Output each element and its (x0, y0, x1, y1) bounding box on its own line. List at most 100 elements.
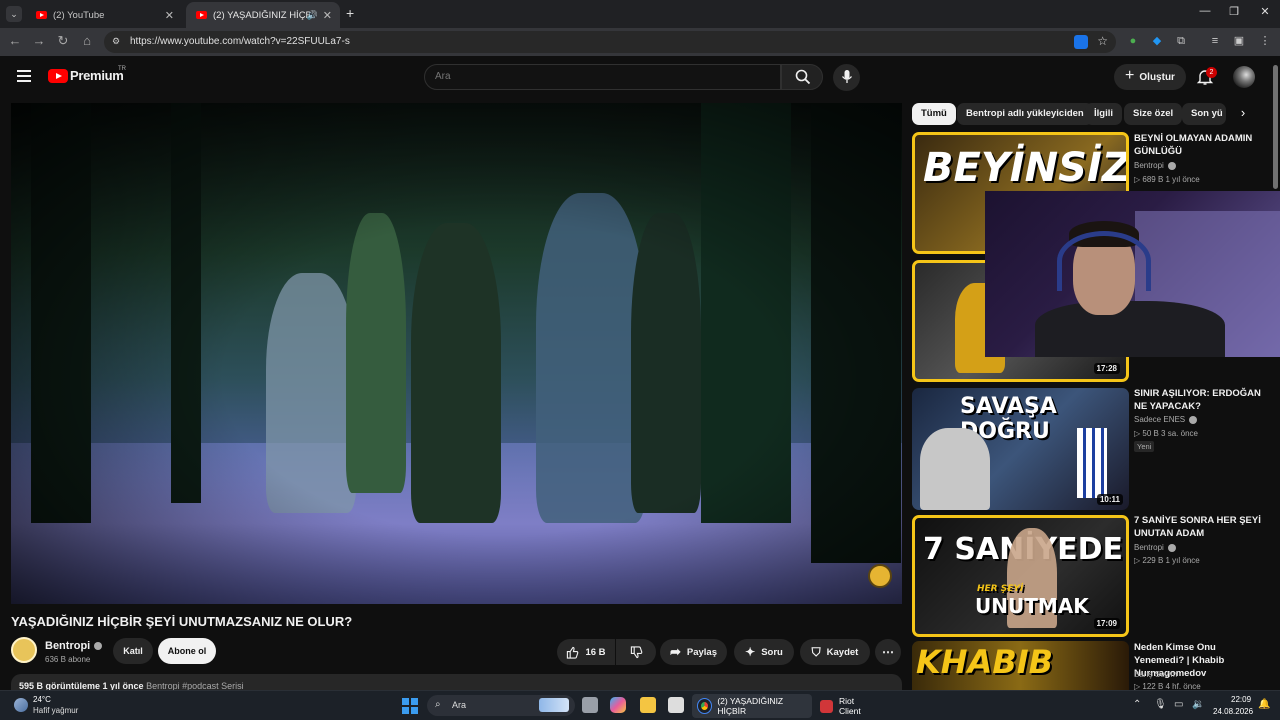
thumbnail-text-small: HER ŞEYİ (977, 584, 1024, 594)
copilot-icon[interactable] (610, 697, 626, 713)
microphone-icon (841, 70, 853, 83)
home-icon[interactable]: ⌂ (78, 33, 96, 48)
recommendation-thumbnail[interactable]: 7 SANİYEDE HER ŞEYİ UNUTMAK 17:09 (912, 515, 1129, 637)
tab-video[interactable]: (2) YAŞADIĞINIZ HİÇBİR ŞE 🔊 ✕ (186, 2, 340, 28)
new-tab-button[interactable]: + (346, 5, 354, 21)
search-button[interactable] (781, 64, 823, 90)
recommendation-title[interactable]: BEYNİ OLMAYAN ADAMIN GÜNLÜĞÜ (1134, 132, 1264, 158)
back-icon[interactable]: ← (6, 33, 24, 48)
chip-recent[interactable]: Son yü (1182, 103, 1226, 125)
volume-icon[interactable]: 🔉 (1192, 699, 1204, 710)
speaker-icon[interactable]: 🔊 (307, 10, 318, 21)
create-label: Oluştur (1139, 71, 1175, 83)
youtube-favicon-icon (196, 11, 207, 19)
page-scrollbar[interactable] (1273, 65, 1278, 189)
start-menu-icon[interactable] (402, 698, 418, 714)
create-button[interactable]: + Oluştur (1114, 64, 1186, 90)
translate-icon[interactable] (1074, 35, 1088, 49)
save-button[interactable]: ⛉ Kaydet (800, 639, 870, 665)
sparkle-icon: ✦ (745, 645, 756, 659)
reading-list-icon[interactable]: ≡ (1208, 34, 1222, 48)
youtube-logo[interactable]: Premium TR (48, 66, 126, 83)
plus-icon: + (1125, 67, 1135, 84)
address-bar[interactable]: ⚙ https://www.youtube.com/watch?v=22SFUU… (104, 31, 1116, 53)
microphone-icon[interactable]: 🎙 (1154, 699, 1167, 710)
file-explorer-icon[interactable] (640, 697, 656, 713)
voice-search-button[interactable] (833, 64, 860, 91)
logo-region: TR (118, 66, 126, 72)
extensions-puzzle-icon[interactable]: ⧉ (1174, 34, 1188, 48)
recommendation-title[interactable]: 7 SANİYE SONRA HER ŞEYİ UNUTAN ADAM (1134, 514, 1264, 540)
save-label: Kaydet (826, 646, 859, 658)
show-hidden-icons-icon[interactable]: ⌃ (1133, 699, 1141, 710)
display-icon[interactable]: ▭ (1174, 699, 1183, 710)
search-input[interactable] (435, 71, 765, 82)
clock-date[interactable]: 24.08.2026 (1213, 707, 1253, 716)
weather-description: Hafif yağmur (33, 706, 79, 715)
notification-center-icon[interactable]: 🔔 (1258, 699, 1270, 710)
clock-time[interactable]: 22:09 (1231, 695, 1251, 704)
notification-count-badge: 2 (1206, 67, 1217, 78)
taskbar-search[interactable]: ⌕ Ara (427, 695, 575, 716)
dislike-button[interactable] (616, 639, 656, 665)
subscribe-button[interactable]: Abone ol (158, 638, 216, 664)
channel-avatar[interactable] (11, 637, 37, 663)
like-button[interactable]: 16 B (557, 639, 615, 665)
duration-badge: 10:11 (1096, 494, 1123, 505)
tab-youtube[interactable]: (2) YouTube ✕ (26, 2, 182, 28)
subscriber-count: 636 B abone (45, 655, 91, 664)
recommendation-thumbnail[interactable]: KHABIB (912, 641, 1129, 690)
webcam-person (1035, 301, 1225, 357)
weather-icon[interactable] (14, 698, 28, 712)
join-button[interactable]: Katıl (113, 638, 153, 664)
user-avatar[interactable] (1233, 66, 1255, 88)
bookmark-star-icon[interactable]: ☆ (1097, 34, 1108, 48)
tab-search-icon[interactable]: ⌄ (6, 6, 22, 22)
more-actions-button[interactable]: ⋯ (875, 639, 901, 665)
forward-icon[interactable]: → (30, 33, 48, 48)
taskbar-chrome-task[interactable]: (2) YAŞADIĞINIZ HİÇBİR (692, 694, 812, 718)
recommendation-channel-name: Sadece ENES (1134, 415, 1186, 424)
browser-menu-icon[interactable]: ⋮ (1258, 34, 1272, 48)
video-vignette (11, 103, 902, 604)
recommendation-meta: ▷ 229 B 1 yıl önce (1134, 556, 1200, 565)
chip-from-uploader[interactable]: Bentropi adlı yükleyiciden (957, 103, 1093, 125)
search-icon (795, 69, 811, 85)
minimize-icon[interactable]: — (1195, 5, 1215, 17)
recommendation-meta: ▷ 50 B 3 sa. önce (1134, 429, 1198, 438)
reload-icon[interactable]: ↻ (54, 33, 72, 49)
video-player[interactable] (11, 103, 902, 604)
recommendation-channel[interactable]: Bentropi (1134, 543, 1176, 552)
recommendation-channel[interactable]: Bentropi (1134, 161, 1176, 170)
chip-for-you[interactable]: Size özel (1124, 103, 1183, 125)
hamburger-menu-icon[interactable] (17, 70, 31, 82)
recommendation-channel[interactable]: Sadece ENES (1134, 415, 1198, 424)
verified-icon (1189, 415, 1198, 424)
channel-watermark-icon[interactable] (868, 564, 892, 588)
close-tab-icon[interactable]: ✕ (165, 9, 174, 22)
chip-all[interactable]: Tümü (912, 103, 956, 125)
recommendation-thumbnail[interactable]: SAVAŞA DOĞRU 10:11 (912, 388, 1129, 510)
extension-icon[interactable]: ◆ (1150, 34, 1164, 48)
thumbs-up-icon (567, 646, 579, 659)
chip-related[interactable]: İlgili (1085, 103, 1122, 125)
ask-button[interactable]: ✦ Soru (734, 639, 794, 665)
recommendation-channel[interactable]: Barış Sevim (1134, 670, 1177, 679)
recommendation-title[interactable]: SINIR AŞILIYOR: ERDOĞAN NE YAPACAK? (1134, 387, 1264, 413)
site-info-icon[interactable]: ⚙ (112, 36, 120, 47)
recommendation-channel-name: Bentropi (1134, 543, 1164, 552)
chevron-right-icon[interactable]: › (1234, 105, 1252, 123)
store-icon[interactable] (668, 697, 684, 713)
close-tab-icon[interactable]: ✕ (323, 9, 332, 22)
taskbar-riot-task[interactable]: Riot Client (814, 694, 884, 718)
share-button[interactable]: ➦ Paylaş (660, 639, 727, 665)
close-window-icon[interactable]: ✕ (1255, 5, 1275, 18)
more-icon: ⋯ (882, 645, 894, 659)
extension-icon[interactable]: ● (1126, 34, 1140, 48)
task-view-icon[interactable] (582, 697, 598, 713)
channel-name[interactable]: Bentropi (45, 640, 103, 652)
new-badge: Yeni (1134, 441, 1155, 452)
profile-icon[interactable]: ▣ (1232, 34, 1246, 48)
taskbar-chrome-label: (2) YAŞADIĞINIZ HİÇBİR (717, 696, 784, 716)
restore-icon[interactable]: ❐ (1224, 5, 1244, 18)
